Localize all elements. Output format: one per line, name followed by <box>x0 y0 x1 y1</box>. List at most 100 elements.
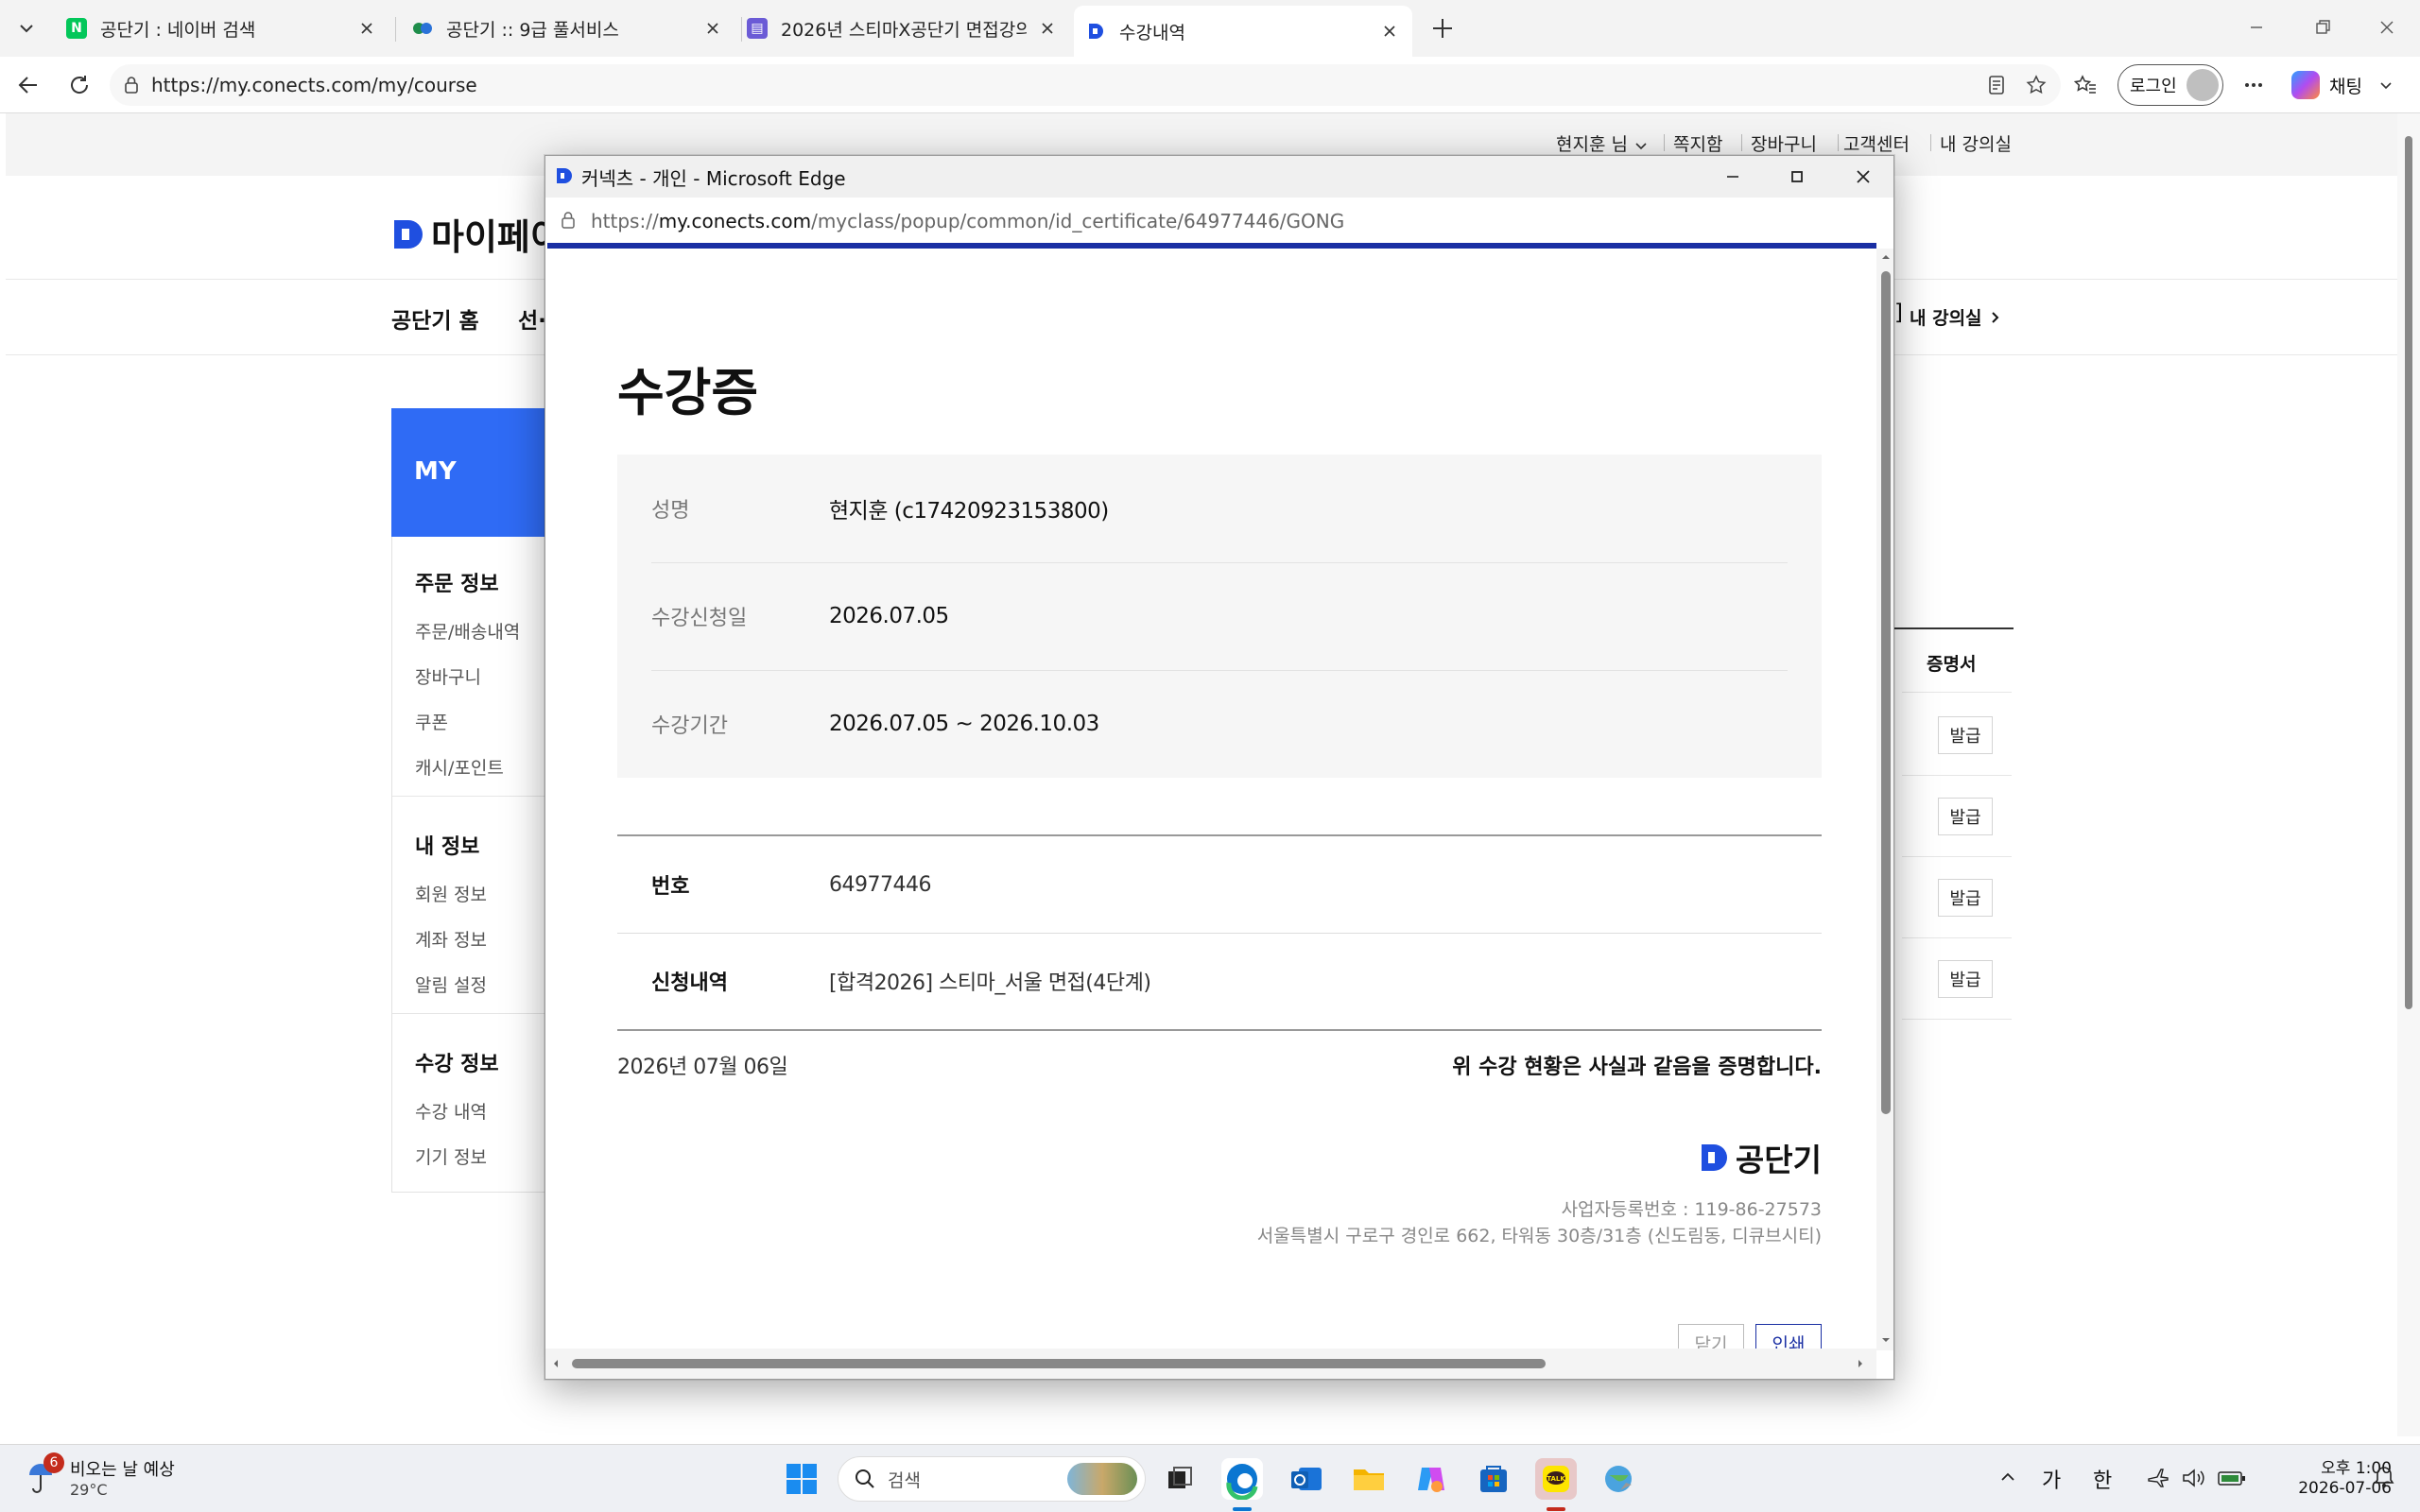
kakaotalk-icon[interactable]: TALK <box>1535 1458 1577 1500</box>
ime-language-indicator[interactable]: 한 <box>2093 1464 2112 1494</box>
info-row-name: 성명 현지훈 (c17420923153800) <box>651 455 1788 562</box>
cert-column-header: 증명서 <box>1927 654 1977 675</box>
tab-close-icon[interactable] <box>1036 17 1059 40</box>
close-icon[interactable] <box>1850 163 1876 190</box>
address-bar[interactable]: https://my.conects.com/my/course <box>110 64 2061 106</box>
windows-start-icon[interactable] <box>781 1458 822 1500</box>
tab-title: 수강내역 <box>1119 22 1185 43</box>
battery-icon[interactable] <box>2216 1466 2248 1490</box>
message-box-link[interactable]: 쪽지함 <box>1673 130 1722 156</box>
more-menu-icon[interactable] <box>2238 70 2269 100</box>
copilot-icon[interactable] <box>1410 1458 1452 1500</box>
sidebar-item-member[interactable]: 회원 정보 <box>415 881 487 906</box>
new-tab-plus-icon[interactable] <box>1427 13 1458 43</box>
popup-horizontal-scrollbar[interactable] <box>545 1349 1876 1379</box>
scroll-thumb[interactable] <box>1881 271 1891 1114</box>
mypage-logo[interactable]: 마이페이 <box>391 208 563 260</box>
sidebar-item-cart[interactable]: 장바구니 <box>415 663 481 689</box>
info-row-period: 수강기간 2026.07.05 ~ 2026.10.03 <box>651 670 1788 778</box>
tab-list-chevron-icon[interactable] <box>13 15 40 42</box>
sidebar-hero: MY <box>391 408 554 537</box>
sidebar-item-devices[interactable]: 기기 정보 <box>415 1143 487 1169</box>
airplane-mode-icon[interactable] <box>2146 1466 2170 1490</box>
info-value: 현지훈 (c17420923153800) <box>829 499 1109 524</box>
back-arrow-icon[interactable] <box>13 70 43 100</box>
my-classroom-shortcut[interactable]: 내 강의실 <box>1910 304 2001 330</box>
weather-widget[interactable]: 6 비오는 날 예상 29°C <box>21 1452 210 1503</box>
certification-statement: 위 수강 현황은 사실과 같음을 증명합니다. <box>1452 1056 1822 1079</box>
file-explorer-icon[interactable] <box>1348 1458 1390 1500</box>
browser-tab-3[interactable]: ▤ 2026년 스티마X공단기 면접강의 ㄷ <box>735 8 1070 49</box>
gnb-home[interactable]: 공단기 홈 <box>391 302 479 335</box>
issue-cert-button[interactable]: 발급 <box>1938 879 1993 917</box>
task-view-icon[interactable] <box>1159 1458 1201 1500</box>
detail-value: 64977446 <box>829 872 931 897</box>
favorites-icon[interactable] <box>2070 70 2100 100</box>
cart-link[interactable]: 장바구니 <box>1751 130 1817 156</box>
sidebar-item-orders[interactable]: 주문/배송내역 <box>415 618 520 644</box>
browser-tab-2[interactable]: 공단기 :: 9급 풀서비스 <box>401 8 735 49</box>
scroll-thumb[interactable] <box>572 1359 1546 1368</box>
issue-cert-button[interactable]: 발급 <box>1938 798 1993 835</box>
tab-close-icon[interactable] <box>1378 20 1401 43</box>
site-info-icon[interactable] <box>121 75 142 95</box>
tab-close-icon[interactable] <box>701 17 724 40</box>
browser-tab-4[interactable]: 수강내역 <box>1074 6 1412 57</box>
sidebar-item-account[interactable]: 계좌 정보 <box>415 926 487 952</box>
browser-toolbar: https://my.conects.com/my/course 로그인 채팅 <box>0 57 2420 113</box>
scroll-up-arrow-icon[interactable] <box>1881 252 1891 262</box>
edge-browser-icon[interactable] <box>1221 1458 1263 1500</box>
sidebar-item-notification[interactable]: 알림 설정 <box>415 971 487 997</box>
info-value: 2026.07.05 <box>829 604 949 628</box>
copilot-chat-button[interactable]: 채팅 <box>2291 68 2394 102</box>
restore-icon[interactable] <box>2308 13 2337 42</box>
customer-center-link[interactable]: 고객센터 <box>1843 130 1910 156</box>
user-menu[interactable]: 현지훈 님 <box>1556 130 1649 156</box>
volume-icon[interactable] <box>2180 1466 2206 1490</box>
scroll-down-arrow-icon[interactable] <box>1881 1335 1891 1345</box>
windows-taskbar: 6 비오는 날 예상 29°C 검색 TALK 가 한 오후 1:00 2026… <box>0 1444 2420 1512</box>
tab-close-icon[interactable] <box>355 17 378 40</box>
maximize-icon[interactable] <box>1784 163 1810 190</box>
issue-cert-button[interactable]: 발급 <box>1938 960 1993 998</box>
outlook-icon[interactable] <box>1286 1458 1327 1500</box>
chevron-right-icon <box>1988 311 2001 324</box>
favorite-star-icon[interactable] <box>2025 74 2048 96</box>
student-info-box: 성명 현지훈 (c17420923153800) 수강신청일 2026.07.0… <box>617 455 1822 778</box>
ime-mode-indicator[interactable]: 가 <box>2042 1464 2061 1494</box>
my-classroom-link[interactable]: 내 강의실 <box>1940 130 2012 156</box>
browser-tab-bar: N 공단기 : 네이버 검색 공단기 :: 9급 풀서비스 ▤ 2026년 스티… <box>0 0 2420 57</box>
chevron-down-icon <box>1634 138 1649 153</box>
info-value: 2026.07.05 ~ 2026.10.03 <box>829 712 1099 736</box>
sidebar-item-points[interactable]: 캐시/포인트 <box>415 754 504 780</box>
globe-app-icon[interactable] <box>1598 1458 1639 1500</box>
scroll-left-arrow-icon[interactable] <box>551 1359 561 1368</box>
tray-chevron-up-icon[interactable] <box>1996 1466 2019 1488</box>
certificate-body: 수강증 성명 현지훈 (c17420923153800) 수강신청일 2026.… <box>545 249 1876 1349</box>
refresh-icon[interactable] <box>64 70 95 100</box>
browser-tab-1[interactable]: N 공단기 : 네이버 검색 <box>55 8 389 49</box>
popup-vertical-scrollbar[interactable] <box>1876 249 1893 1350</box>
notification-bell-icon[interactable] <box>2371 1464 2397 1490</box>
print-button[interactable]: 인쇄 <box>1755 1324 1822 1349</box>
sidebar-item-coupon[interactable]: 쿠폰 <box>415 709 448 734</box>
popup-address-bar: https://my.conects.com/myclass/popup/com… <box>545 198 1893 245</box>
mypage-sidebar: MY 주문 정보 주문/배송내역 장바구니 쿠폰 캐시/포인트 내 정보 회원 … <box>391 408 554 1193</box>
page-scrollbar[interactable] <box>2397 113 2420 1436</box>
reader-mode-icon[interactable] <box>1985 74 2008 96</box>
taskbar-search-box[interactable]: 검색 <box>838 1456 1146 1502</box>
close-window-icon[interactable] <box>2373 13 2401 42</box>
scroll-right-arrow-icon[interactable] <box>1856 1359 1865 1368</box>
gnb-item[interactable]: 선· <box>518 302 546 335</box>
profile-login-button[interactable]: 로그인 <box>2118 64 2223 106</box>
minimize-icon[interactable] <box>2242 13 2271 42</box>
minimize-icon[interactable] <box>1720 163 1746 190</box>
avatar <box>2187 69 2219 101</box>
popup-title-bar[interactable]: 커넥츠 - 개인 - Microsoft Edge <box>545 156 1893 198</box>
microsoft-store-icon[interactable] <box>1473 1458 1514 1500</box>
table-top-border <box>1891 627 2014 629</box>
issue-cert-button[interactable]: 발급 <box>1938 716 1993 754</box>
chevron-down-icon <box>2377 77 2394 94</box>
sidebar-item-courses[interactable]: 수강 내역 <box>415 1098 487 1124</box>
close-button[interactable]: 닫기 <box>1678 1324 1744 1349</box>
